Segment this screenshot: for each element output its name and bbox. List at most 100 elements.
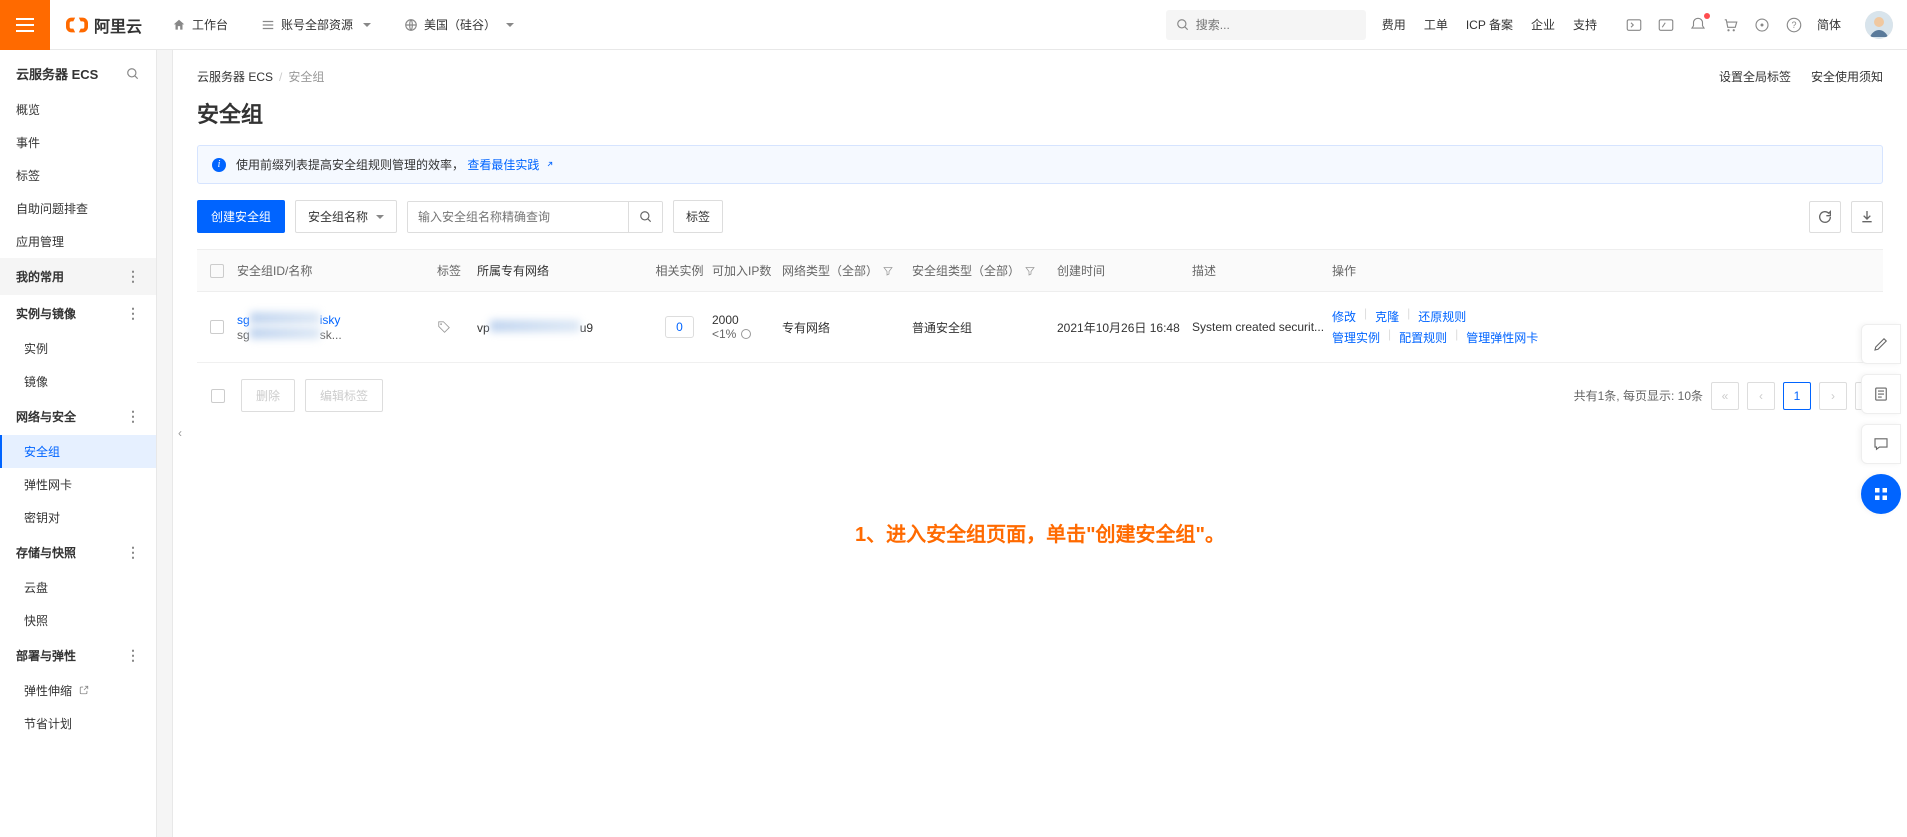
instance-count-badge[interactable]: 0 [665,316,694,338]
op-restore-rules[interactable]: 还原规则 [1418,306,1466,327]
breadcrumb-root[interactable]: 云服务器 ECS [197,68,273,85]
more-icon[interactable]: ⋮ [126,268,140,285]
sidebar-item-autoscale[interactable]: 弹性伸缩 [0,674,156,707]
terminal-icon[interactable] [1657,16,1675,34]
top-header: 阿里云 工作台 账号全部资源 美国（硅谷） 费用 工单 ICP 备案 企业 支持 [0,0,1907,50]
sidebar-item-savingsplan[interactable]: 节省计划 [0,707,156,740]
sidebar-item-overview[interactable]: 概览 [0,93,156,126]
header-link-tickets[interactable]: 工单 [1424,16,1448,33]
external-link-icon [543,161,553,171]
sidebar-section-network[interactable]: 网络与安全 ⋮ [0,398,156,435]
chevron-down-icon [363,23,371,31]
sidebar-my-common[interactable]: 我的常用 ⋮ [0,258,156,295]
sidebar-item-events[interactable]: 事件 [0,126,156,159]
page-next[interactable]: › [1819,382,1847,410]
page-title: 安全组 [197,97,263,129]
select-all-bottom-checkbox[interactable] [211,389,225,403]
sidebar-item-tags[interactable]: 标签 [0,159,156,192]
th-tag: 标签 [437,262,477,279]
global-search-input[interactable] [1196,18,1356,32]
download-button[interactable] [1851,201,1883,233]
description-text: System created securit... [1192,320,1332,334]
page-first[interactable]: « [1711,382,1739,410]
cart-icon[interactable] [1721,16,1739,34]
header-link-fees[interactable]: 费用 [1382,16,1406,33]
sidebar-item-eni[interactable]: 弹性网卡 [0,468,156,501]
header-link-icp[interactable]: ICP 备案 [1466,16,1513,33]
help-icon[interactable]: ? [1785,16,1803,34]
security-group-search-input[interactable] [408,202,628,232]
external-link-icon [79,685,89,695]
menu-toggle-button[interactable] [0,0,50,50]
sidebar-item-securitygroup[interactable]: 安全组 [0,435,156,468]
sidebar-item-instance[interactable]: 实例 [0,332,156,365]
filter-icon[interactable] [1024,265,1036,277]
tag-icon[interactable] [437,320,451,334]
filter-icon[interactable] [882,265,894,277]
float-docs-button[interactable] [1861,374,1901,414]
cloud-shell-icon[interactable] [1625,16,1643,34]
notification-icon[interactable] [1689,16,1707,34]
select-all-checkbox[interactable] [210,264,224,278]
create-security-group-button[interactable]: 创建安全组 [197,200,285,233]
chevron-down-icon [376,215,384,223]
best-practice-link[interactable]: 查看最佳实践 [467,158,552,172]
sidebar-item-keypair[interactable]: 密钥对 [0,501,156,534]
th-sgtype[interactable]: 安全组类型（全部） [912,262,1057,279]
sidebar-section-instances[interactable]: 实例与镜像 ⋮ [0,295,156,332]
op-manage-instances[interactable]: 管理实例 [1332,327,1380,348]
header-icons: ? 简体 [1611,11,1907,39]
op-configure-rules[interactable]: 配置规则 [1399,327,1447,348]
hamburger-icon [16,18,34,32]
header-link-enterprise[interactable]: 企业 [1531,16,1555,33]
edit-tags-button[interactable]: 编辑标签 [305,379,383,412]
workbench-link[interactable]: 工作台 [158,0,243,50]
refresh-button[interactable] [1809,201,1841,233]
sidebar-item-disk[interactable]: 云盘 [0,571,156,604]
search-button[interactable] [628,202,662,232]
sidebar-item-appmgmt[interactable]: 应用管理 [0,225,156,258]
more-icon[interactable]: ⋮ [126,647,140,664]
float-apps-button[interactable] [1861,474,1901,514]
header-link-support[interactable]: 支持 [1573,16,1597,33]
user-avatar[interactable] [1865,11,1893,39]
th-nettype[interactable]: 网络类型（全部） [782,262,912,279]
sg-id-link[interactable]: sgisky [237,312,427,327]
sidebar-item-image[interactable]: 镜像 [0,365,156,398]
sidebar-scroll-gutter[interactable] [157,50,173,837]
search-icon[interactable] [126,67,140,81]
more-icon[interactable]: ⋮ [126,408,140,425]
notification-badge [1704,13,1710,19]
security-usage-link[interactable]: 安全使用须知 [1811,68,1883,85]
region-dropdown[interactable]: 美国（硅谷） [390,0,529,50]
page-prev[interactable]: ‹ [1747,382,1775,410]
more-icon[interactable]: ⋮ [126,305,140,322]
tag-filter-button[interactable]: 标签 [673,200,723,233]
account-resources-dropdown[interactable]: 账号全部资源 [247,0,386,50]
filter-name-dropdown[interactable]: 安全组名称 [295,200,397,233]
content-area: ‹ 云服务器 ECS / 安全组 设置全局标签 安全使用须知 安全组 i 使用前… [173,50,1907,837]
th-vpc: 所属专有网络 [477,262,647,279]
op-manage-eni[interactable]: 管理弹性网卡 [1466,327,1538,348]
float-edit-button[interactable] [1861,324,1901,364]
global-search[interactable] [1166,10,1366,40]
delete-button[interactable]: 删除 [241,379,295,412]
language-switch[interactable]: 简体 [1817,16,1841,33]
row-checkbox[interactable] [210,320,224,334]
collapse-sidebar-toggle[interactable]: ‹ [173,420,187,440]
th-ip: 可加入IP数 [712,262,782,279]
sidebar-section-storage[interactable]: 存储与快照 ⋮ [0,534,156,571]
more-icon[interactable]: ⋮ [126,544,140,561]
set-global-tag-link[interactable]: 设置全局标签 [1719,68,1791,85]
scan-icon[interactable] [1753,16,1771,34]
sidebar-item-snapshot[interactable]: 快照 [0,604,156,637]
logo[interactable]: 阿里云 [50,13,158,37]
page-1[interactable]: 1 [1783,382,1811,410]
float-chat-button[interactable] [1861,424,1901,464]
op-modify[interactable]: 修改 [1332,306,1356,327]
th-desc: 描述 [1192,262,1332,279]
sidebar-section-deploy[interactable]: 部署与弹性 ⋮ [0,637,156,674]
sidebar-item-selfhelp[interactable]: 自助问题排查 [0,192,156,225]
op-clone[interactable]: 克隆 [1375,306,1399,327]
ip-percent: <1% [712,327,782,341]
